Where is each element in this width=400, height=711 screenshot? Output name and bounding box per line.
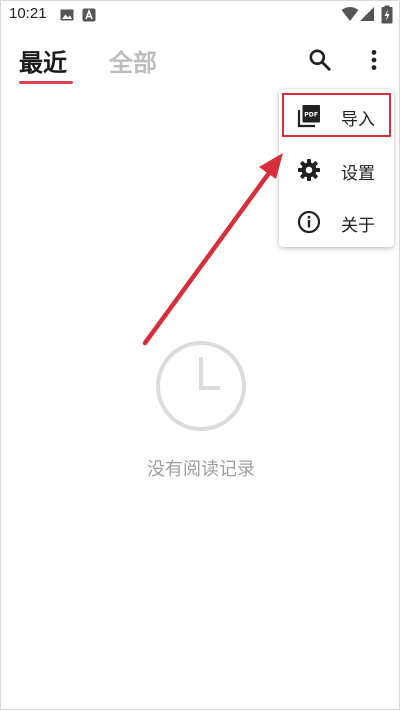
- status-bar: 10:21: [1, 1, 400, 29]
- app-window: 10:21 最近 全部 没有阅读记录 PDF 导入 设置 关于: [0, 0, 400, 710]
- accessibility-icon: [82, 8, 96, 22]
- empty-state-text: 没有阅读记录: [147, 459, 255, 480]
- info-icon: [297, 210, 321, 234]
- signal-icon: [360, 7, 374, 21]
- search-icon[interactable]: [307, 47, 333, 73]
- gear-icon: [298, 159, 320, 181]
- wifi-icon: [341, 7, 359, 21]
- status-time: 10:21: [9, 5, 47, 22]
- menu-item-about[interactable]: 关于: [279, 197, 394, 247]
- tab-recent-indicator: [19, 81, 73, 84]
- tab-recent[interactable]: 最近: [19, 43, 67, 78]
- menu-item-settings-label: 设置: [341, 164, 375, 184]
- more-vert-icon[interactable]: [361, 47, 387, 73]
- annotation-highlight-box: [282, 93, 391, 137]
- image-icon: [60, 9, 74, 21]
- tab-all[interactable]: 全部: [109, 43, 157, 78]
- battery-charging-icon: [381, 5, 393, 24]
- menu-item-settings[interactable]: 设置: [279, 145, 394, 195]
- menu-item-about-label: 关于: [341, 216, 375, 236]
- clock-icon: [156, 341, 246, 431]
